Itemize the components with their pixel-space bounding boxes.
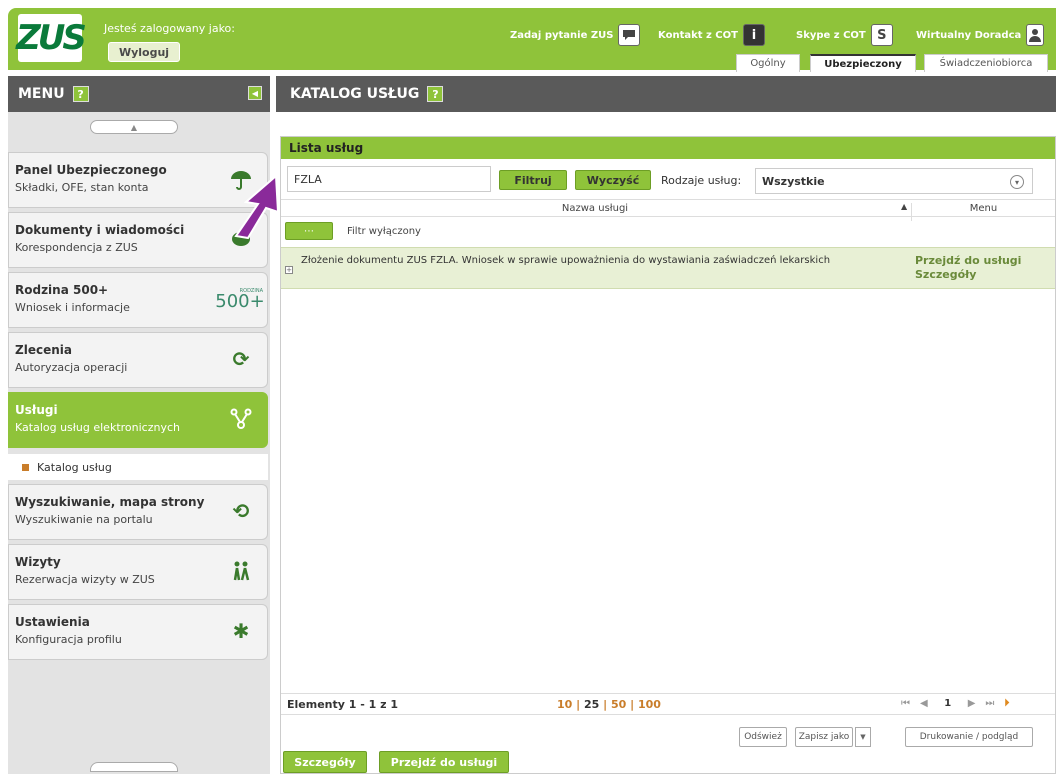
tab-beneficiary[interactable]: Świadczeniobiorca — [924, 54, 1048, 72]
logo-text: ZUS — [16, 18, 87, 58]
scroll-down-button[interactable] — [90, 762, 178, 772]
skype-cot-label: Skype z COT — [796, 29, 866, 41]
clear-button[interactable]: Wyczyść — [575, 170, 651, 190]
sidebar-item-family500[interactable]: Rodzina 500+ Wniosek i informacje RODZIN… — [8, 272, 268, 328]
panel-title: Lista usług — [281, 137, 1055, 159]
contact-cot-link[interactable]: Kontakt z COT i — [658, 24, 765, 46]
logged-in-label: Jesteś zalogowany jako: — [104, 22, 235, 35]
column-name-header[interactable]: Nazwa usługi — [281, 203, 909, 214]
sort-asc-icon[interactable]: ▲ — [901, 202, 907, 211]
pointer-arrow-icon — [234, 173, 280, 240]
tab-insured[interactable]: Ubezpieczony — [810, 54, 916, 72]
prev-page-icon[interactable]: ◀ — [920, 698, 928, 709]
help-icon[interactable]: ? — [427, 86, 444, 102]
page-size-option[interactable]: 100 — [638, 698, 661, 711]
service-types-select[interactable]: Wszystkie ▾ — [755, 168, 1033, 194]
people-icon — [229, 559, 253, 583]
service-types-label: Rodzaje usług: — [661, 174, 742, 187]
services-panel: Lista usług Filtruj Wyczyść Rodzaje usłu… — [280, 136, 1056, 774]
help-icon[interactable]: ? — [72, 86, 89, 102]
next-page-icon[interactable]: ▶ — [968, 698, 976, 709]
go-to-service-link[interactable]: Przejdź do usługi — [915, 254, 1021, 267]
expand-icon[interactable]: + — [285, 266, 293, 274]
contact-cot-label: Kontakt z COT — [658, 29, 738, 41]
skype-icon: S — [870, 24, 893, 46]
page-size-option[interactable]: 10 — [557, 698, 572, 711]
sidebar-item-panel[interactable]: Panel Ubezpieczonego Składki, OFE, stan … — [8, 152, 268, 208]
sidebar-menu: MENU ? ◀ ▲ Panel Ubezpieczonego Składki,… — [8, 76, 270, 774]
page-end-icon[interactable]: ⏵ — [1004, 698, 1009, 709]
sidebar-header: MENU ? ◀ — [8, 76, 270, 112]
page-size-option[interactable]: 25 — [584, 698, 599, 711]
save-as-button[interactable]: Zapisz jako — [795, 727, 853, 747]
filter-state-row: ⋯ Filtr wyłączony — [281, 219, 1055, 243]
collapse-icon[interactable]: ◀ — [248, 86, 262, 100]
sidebar-title: MENU — [18, 86, 65, 102]
bullet-icon — [22, 463, 29, 471]
puzzle-icon: ✱ — [232, 619, 250, 643]
500plus-icon: RODZINA 500+ — [215, 287, 265, 312]
sidebar-item-services[interactable]: Usługi Katalog usług elektronicznych — [8, 392, 268, 448]
scroll-up-button[interactable]: ▲ — [90, 120, 178, 134]
filter-button[interactable]: Filtruj — [499, 170, 567, 190]
skype-cot-link[interactable]: Skype z COT S — [796, 24, 893, 46]
current-page[interactable]: 1 — [938, 698, 958, 709]
search-sync-icon: ⟲ — [232, 499, 250, 523]
sidebar-item-search[interactable]: Wyszukiwanie, mapa strony Wyszukiwanie n… — [8, 484, 268, 540]
info-icon: i — [742, 24, 765, 46]
sidebar-item-orders[interactable]: Zlecenia Autoryzacja operacji ⟳ — [8, 332, 268, 388]
page-title: KATALOG USŁUG — [290, 86, 420, 102]
tab-general[interactable]: Ogólny — [736, 54, 800, 72]
chevron-down-icon: ▾ — [1010, 175, 1024, 189]
sidebar-subitem-label: Katalog usług — [37, 460, 112, 474]
refresh-button[interactable]: Odśwież — [739, 727, 787, 747]
virtual-advisor-label: Wirtualny Doradca — [916, 29, 1022, 41]
virtual-advisor-link[interactable]: Wirtualny Doradca — [916, 24, 1045, 46]
chevron-down-icon[interactable]: ▼ — [855, 727, 871, 747]
user-icon — [1026, 24, 1045, 46]
page-header: KATALOG USŁUG ? — [276, 76, 1056, 112]
page-size-options: 10 | 25 | 50 | 100 — [557, 698, 661, 711]
service-name: Złożenie dokumentu ZUS FZLA. Wniosek w s… — [301, 255, 831, 266]
ask-zus-link[interactable]: Zadaj pytanie ZUS — [510, 24, 641, 46]
filter-state-label: Filtr wyłączony — [347, 225, 421, 237]
sidebar-subitem-catalog[interactable]: Katalog usług — [8, 454, 268, 480]
chat-icon — [618, 24, 641, 46]
last-page-icon[interactable]: ⏭ — [985, 698, 994, 709]
500plus-label: 500+ — [215, 291, 265, 312]
filter-row: Filtruj Wyczyść Rodzaje usług: Wszystkie… — [281, 163, 1055, 194]
zus-logo[interactable]: ZUS — [16, 14, 87, 62]
details-button[interactable]: Szczegóły — [283, 751, 367, 773]
sidebar-item-settings[interactable]: Ustawienia Konfiguracja profilu ✱ — [8, 604, 268, 660]
table-header: Nazwa usługi ▲ Menu — [281, 199, 1055, 221]
sidebar-item-documents[interactable]: Dokumenty i wiadomości Korespondencja z … — [8, 212, 268, 268]
first-page-icon[interactable]: ⏮ — [901, 698, 910, 709]
pager-navigation: ⏮ ◀ 1 ▶ ⏭ ⏵ — [901, 698, 1009, 709]
ask-zus-label: Zadaj pytanie ZUS — [510, 29, 614, 41]
sidebar-item-visits[interactable]: Wizyty Rezerwacja wizyty w ZUS — [8, 544, 268, 600]
print-preview-button[interactable]: Drukowanie / podgląd — [905, 727, 1033, 747]
details-link[interactable]: Szczegóły — [915, 268, 976, 281]
pager: Elementy 1 - 1 z 1 10 | 25 | 50 | 100 ⏮ … — [281, 693, 1055, 715]
pager-count: Elementy 1 - 1 z 1 — [287, 698, 399, 711]
refresh-icon: ⟳ — [232, 347, 250, 371]
table-row[interactable]: + Złożenie dokumentu ZUS FZLA. Wniosek w… — [281, 247, 1055, 289]
top-header: ZUS Jesteś zalogowany jako: Wyloguj Zada… — [8, 8, 1056, 72]
page-size-option[interactable]: 50 — [611, 698, 626, 711]
filter-toggle-button[interactable]: ⋯ — [285, 222, 333, 240]
search-input[interactable] — [287, 166, 491, 192]
service-types-value: Wszystkie — [762, 174, 825, 188]
logout-button[interactable]: Wyloguj — [108, 42, 180, 62]
connect-icon — [229, 407, 253, 431]
go-to-service-button[interactable]: Przejdź do usługi — [379, 751, 509, 773]
